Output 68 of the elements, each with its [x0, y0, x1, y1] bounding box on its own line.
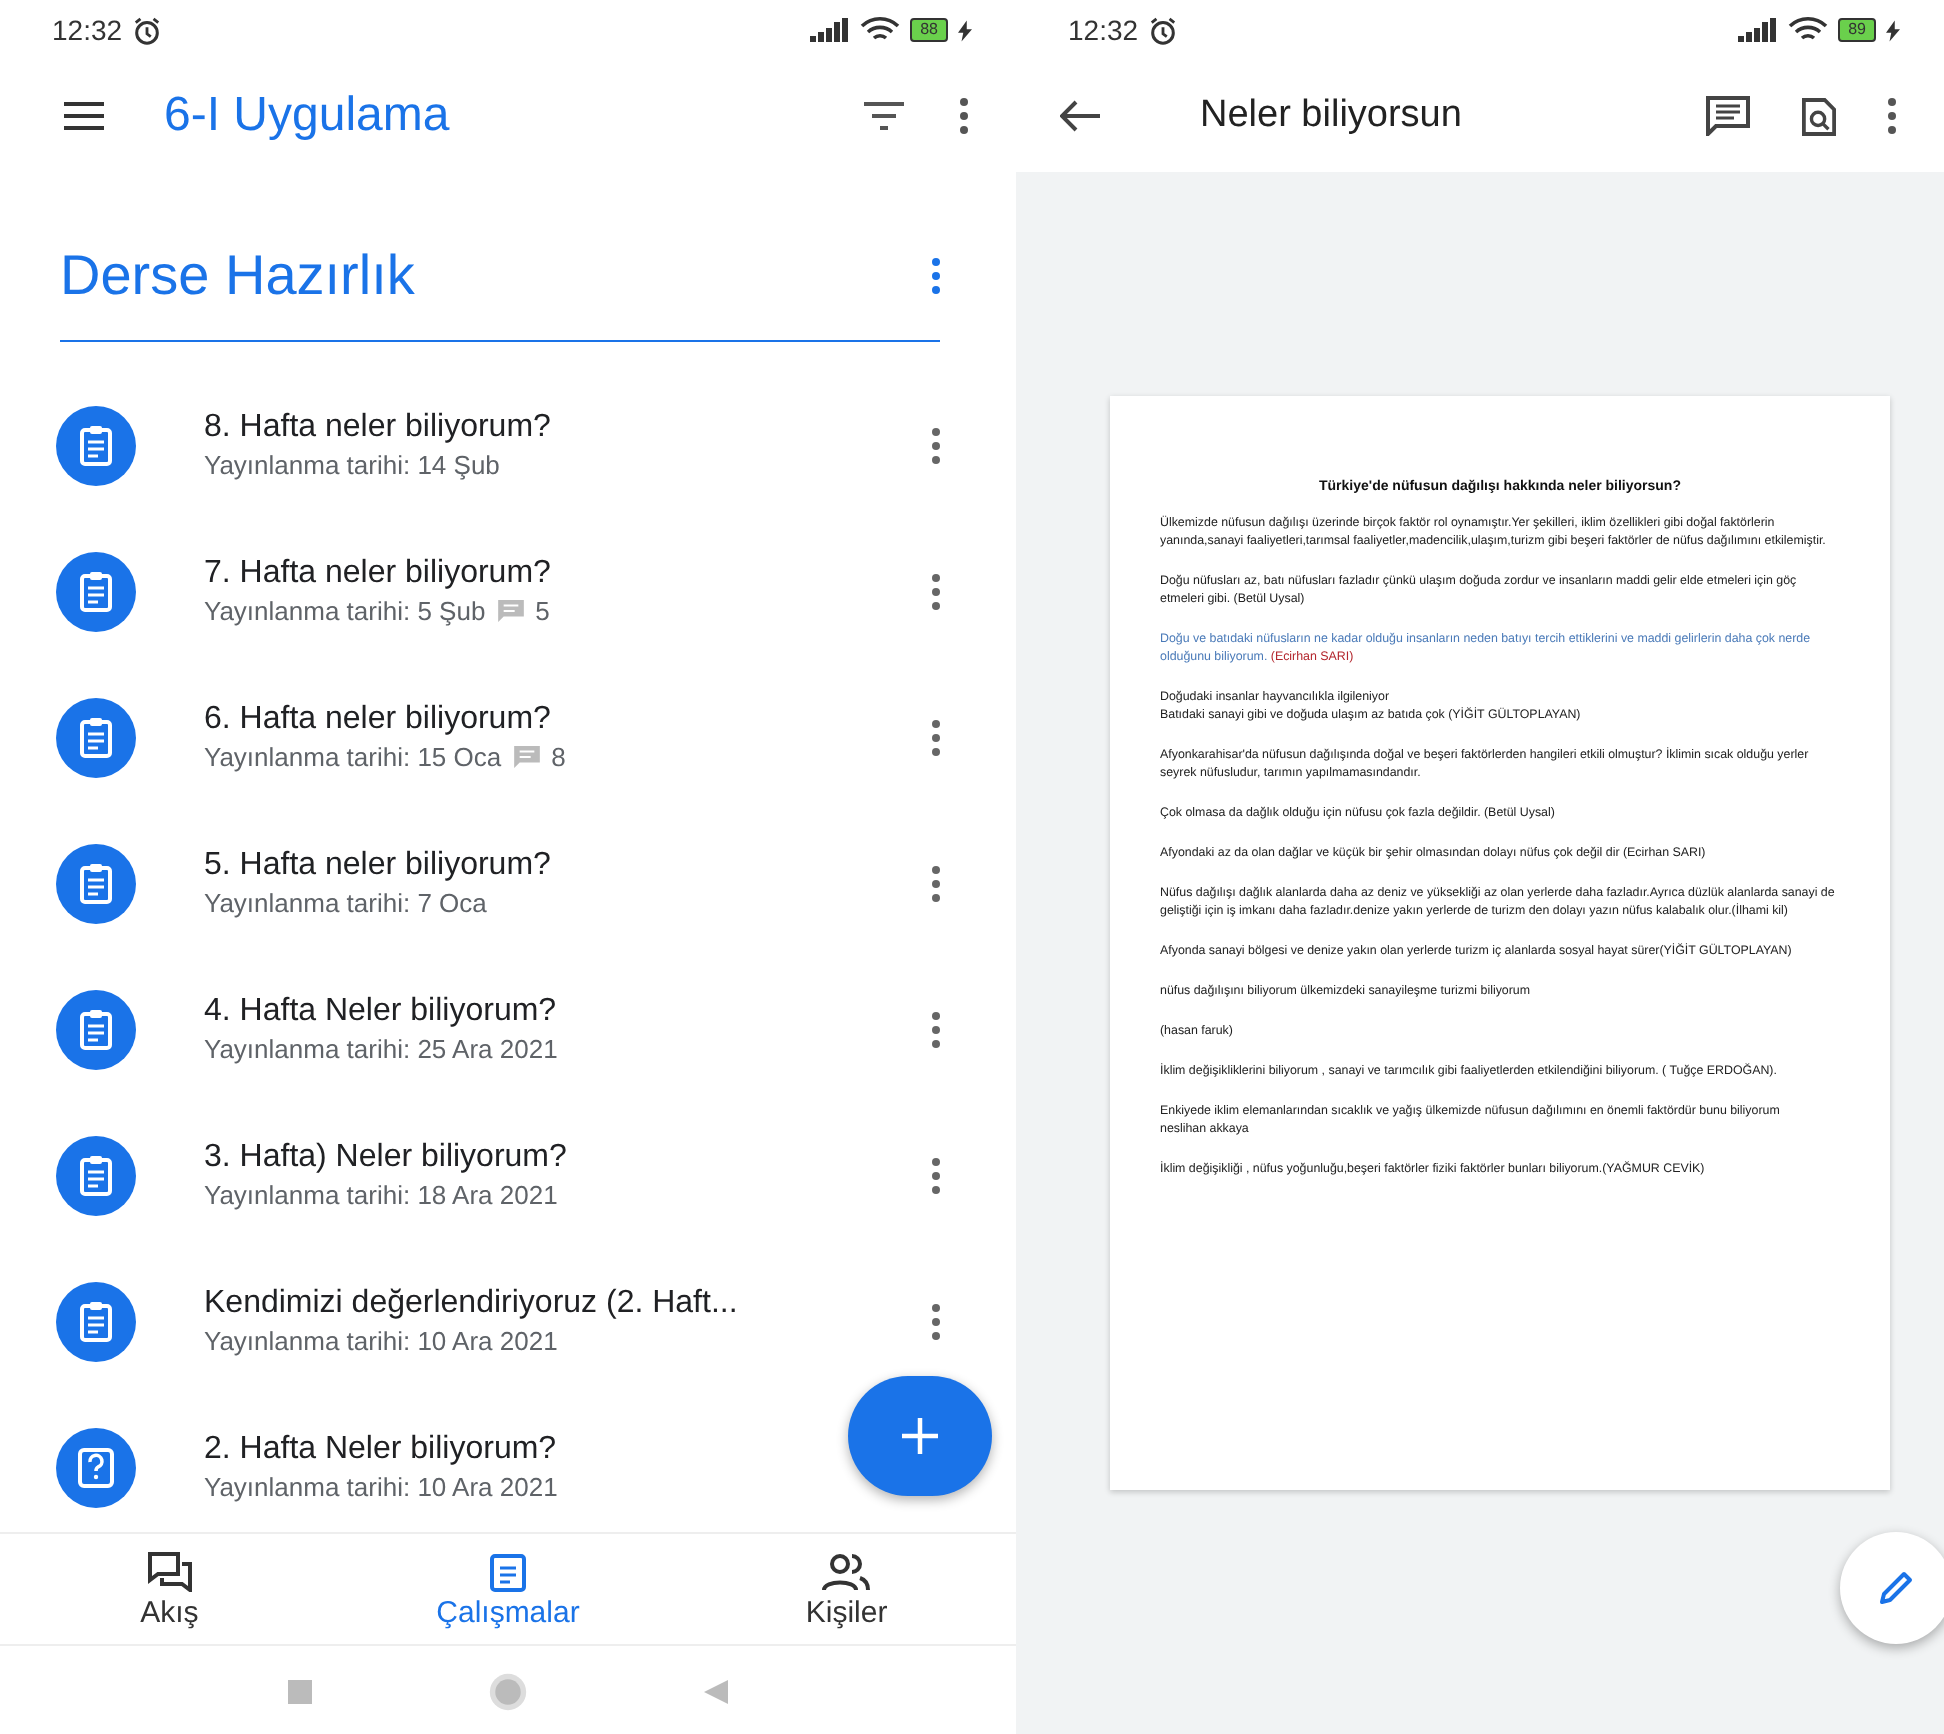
topic-title: Derse Hazırlık [60, 244, 415, 308]
assignment-title[interactable]: 4. Hafta Neler biliyorum? [204, 994, 557, 1030]
status-time: 12:32 [52, 14, 123, 46]
publish-date: Yayınlanma tarihi: 10 Ara 2021 [204, 1472, 558, 1502]
more-icon[interactable] [932, 719, 940, 755]
battery-level: 89 [1838, 18, 1876, 42]
comment-count: 8 [551, 742, 566, 772]
menu-icon[interactable] [64, 102, 104, 130]
assignment-title[interactable]: 3. Hafta) Neler biliyorum? [204, 1140, 567, 1176]
document-title: Neler biliyorsun [1200, 94, 1462, 138]
more-icon[interactable] [932, 1157, 940, 1193]
assignment-title[interactable]: 8. Hafta neler biliyorum? [204, 410, 551, 446]
filter-icon[interactable] [864, 102, 904, 130]
people-icon [822, 1551, 871, 1591]
signal-icon [810, 18, 851, 42]
nav-tab[interactable]: Akış [49, 1534, 290, 1646]
assignment-title[interactable]: 7. Hafta neler biliyorum? [204, 556, 551, 592]
plus-icon [902, 1418, 938, 1454]
assignment-icon [56, 697, 136, 777]
more-icon[interactable] [960, 98, 968, 134]
assignment-icon [56, 551, 136, 631]
assignment-title[interactable]: 2. Hafta Neler biliyorum? [204, 1432, 557, 1468]
assignment-icon [56, 405, 136, 485]
more-icon[interactable] [932, 427, 940, 463]
wifi-icon [1788, 16, 1829, 44]
status-time: 12:32 [1068, 14, 1139, 46]
assignment-icon [56, 989, 136, 1069]
publish-date: Yayınlanma tarihi: 18 Ara 2021 [204, 1180, 558, 1210]
comment-icon [497, 600, 524, 622]
publish-date: Yayınlanma tarihi: 10 Ara 2021 [204, 1326, 558, 1356]
assignment-title[interactable]: 6. Hafta neler biliyorum? [204, 702, 551, 738]
alarm-clock-icon [1148, 15, 1179, 45]
comment-icon [513, 746, 540, 768]
edit-button[interactable] [1840, 1532, 1944, 1644]
comment-count: 5 [535, 596, 550, 626]
back-arrow-icon[interactable] [1060, 100, 1100, 132]
assignment-icon [56, 1135, 136, 1215]
pencil-icon [1876, 1568, 1916, 1608]
more-icon[interactable] [932, 1303, 940, 1339]
signal-icon [1738, 18, 1779, 42]
chat-icon [147, 1551, 192, 1591]
publish-date: Yayınlanma tarihi: 7 Oca [204, 888, 487, 918]
add-button[interactable] [848, 1376, 992, 1496]
more-icon[interactable] [932, 573, 940, 609]
comments-icon[interactable] [1706, 96, 1750, 136]
assignment-title[interactable]: Kendimizi değerlendiriyoruz (2. Haft... [204, 1286, 738, 1322]
alarm-clock-icon [132, 15, 163, 45]
nav-tab[interactable]: Kişiler [726, 1534, 967, 1646]
question-icon [56, 1427, 136, 1507]
publish-date: Yayınlanma tarihi: 25 Ara 2021 [204, 1034, 558, 1064]
battery-level: 88 [910, 18, 948, 42]
document-search-icon[interactable] [1802, 97, 1836, 135]
class-title: 6-I Uygulama [164, 88, 450, 144]
nav-tab[interactable]: Çalışmalar [387, 1534, 628, 1646]
publish-date: Yayınlanma tarihi: 15 Oca [204, 742, 502, 772]
more-icon[interactable] [1888, 98, 1896, 134]
publish-date: Yayınlanma tarihi: 14 Şub [204, 450, 500, 480]
more-icon[interactable] [932, 865, 940, 901]
more-icon[interactable] [932, 258, 940, 294]
more-icon[interactable] [932, 1011, 940, 1047]
assignment-icon [56, 843, 136, 923]
assignment-icon [56, 1281, 136, 1361]
wifi-icon [860, 16, 901, 44]
assignment-title[interactable]: 5. Hafta neler biliyorum? [204, 848, 551, 884]
charging-icon [958, 19, 972, 41]
charging-icon [1886, 19, 1900, 41]
publish-date: Yayınlanma tarihi: 5 Şub [204, 596, 486, 626]
clipboard-icon [489, 1551, 526, 1591]
